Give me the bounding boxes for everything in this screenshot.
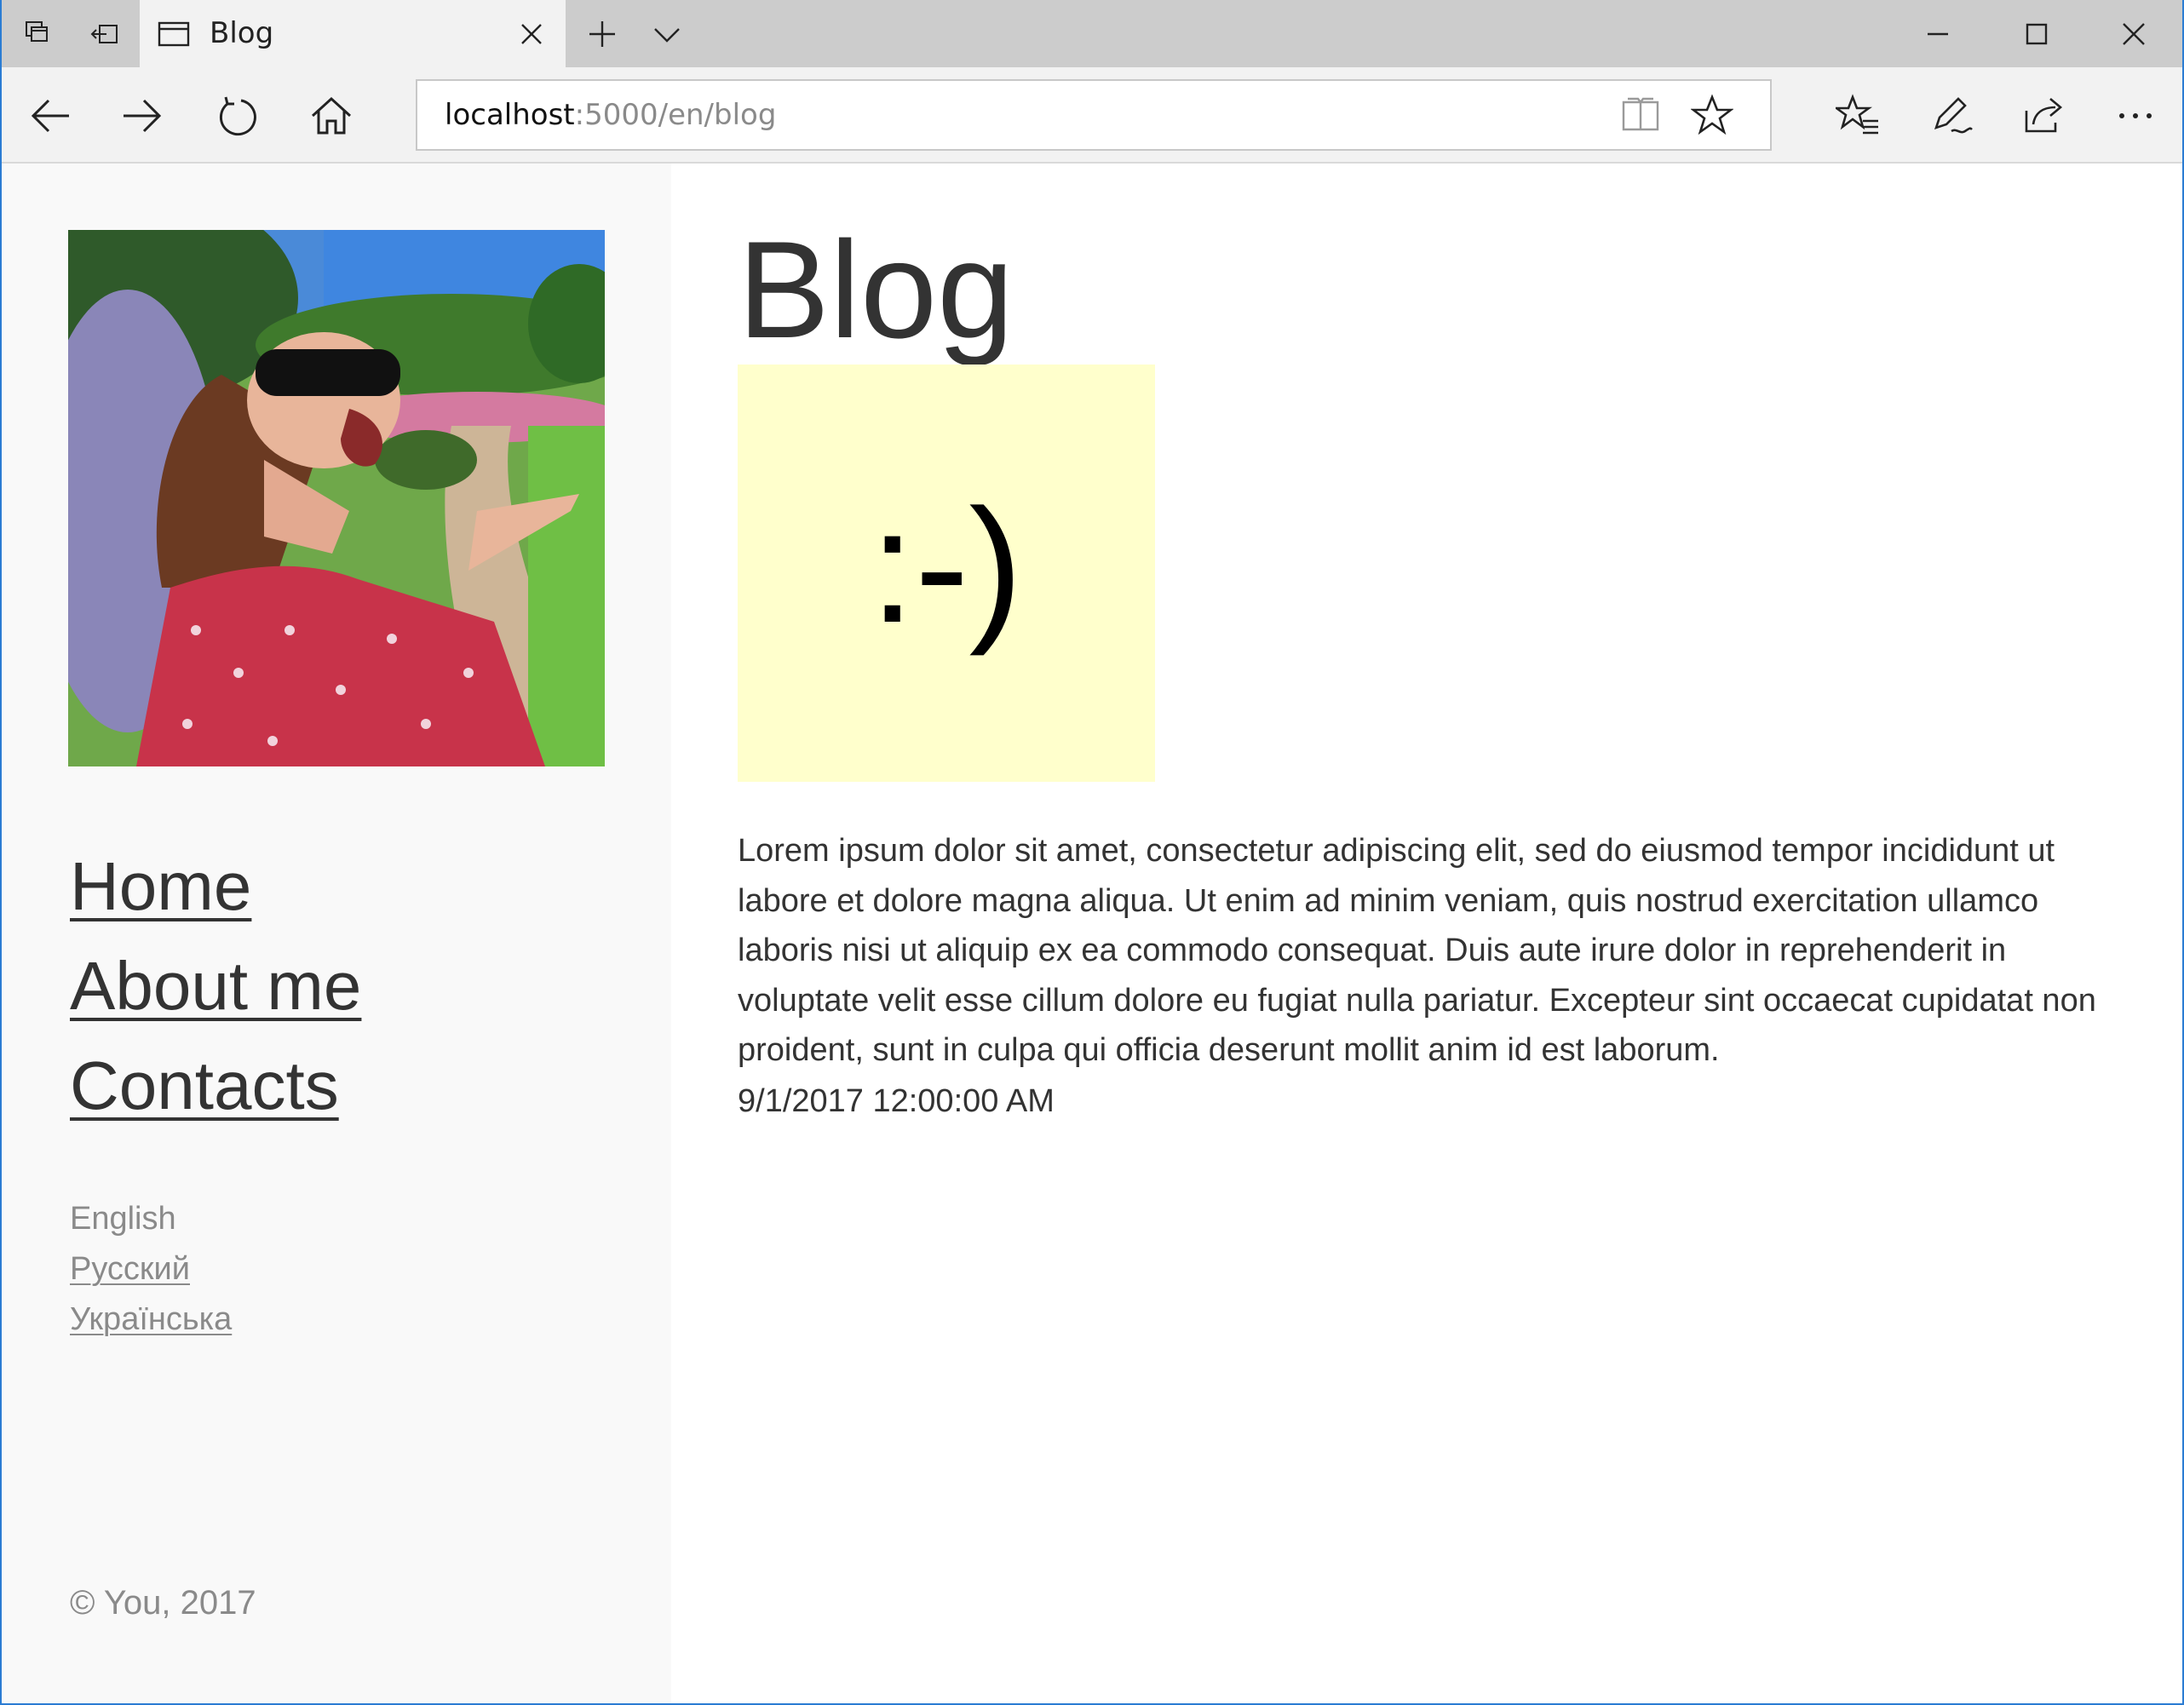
post-date: 9/1/2017 12:00:00 AM: [738, 1083, 1055, 1119]
url-text[interactable]: localhost:5000/en/blog: [445, 81, 776, 149]
minimize-button[interactable]: [1891, 0, 1985, 67]
tabs-aside-icon: [26, 20, 48, 42]
page-icon: [158, 21, 190, 47]
browser-window: Blog localhost:5000/en/blog Home About m…: [0, 0, 2184, 1705]
favorites-list-icon: [1836, 94, 1878, 135]
copyright: © You, 2017: [70, 1584, 256, 1622]
book-icon: [1622, 97, 1659, 131]
new-tab-button[interactable]: [569, 0, 635, 67]
maximize-button[interactable]: [1990, 0, 2083, 67]
star-icon: [1691, 94, 1733, 135]
language-switcher: English Русский Українська: [70, 1194, 232, 1345]
post-body: Lorem ipsum dolor sit amet, consectetur …: [738, 833, 2096, 1069]
url-host: localhost: [445, 98, 575, 132]
close-icon: [521, 23, 542, 44]
nav-link-contacts[interactable]: Contacts: [70, 1036, 361, 1135]
refresh-button[interactable]: [208, 86, 267, 146]
url-path: :5000/en/blog: [574, 98, 777, 132]
page-title: Blog: [738, 213, 1014, 367]
maximize-icon: [2026, 23, 2048, 44]
notes-button[interactable]: [1922, 86, 1981, 146]
close-icon: [2123, 22, 2145, 45]
nav-link-home[interactable]: Home: [70, 836, 361, 936]
share-button[interactable]: [2014, 86, 2073, 146]
sidebar: Home About me Contacts English Русский У…: [2, 164, 671, 1703]
reading-view-button[interactable]: [1617, 91, 1664, 139]
set-aside-icon: [90, 24, 118, 43]
page-viewport: Home About me Contacts English Русский У…: [2, 164, 2182, 1703]
minimize-icon: [1928, 32, 1948, 35]
more-button[interactable]: [2106, 86, 2165, 146]
profile-photo: [68, 230, 605, 766]
add-favorite-button[interactable]: [1688, 91, 1736, 139]
post-image: :-): [738, 365, 1155, 782]
share-icon: [2025, 98, 2063, 133]
language-link-russian[interactable]: Русский: [70, 1244, 232, 1295]
language-link-ukrainian[interactable]: Українська: [70, 1295, 232, 1345]
favorites-hub-button[interactable]: [1828, 86, 1888, 146]
refresh-icon: [219, 96, 256, 136]
tab-close-button[interactable]: [506, 0, 557, 67]
tab-strip: Blog: [2, 0, 2182, 67]
tabs-aside-button[interactable]: [5, 0, 72, 67]
forward-button[interactable]: [112, 86, 172, 146]
home-icon: [311, 96, 352, 135]
nav-link-about-me[interactable]: About me: [70, 936, 361, 1036]
close-window-button[interactable]: [2087, 0, 2181, 67]
tab-title: Blog: [210, 16, 274, 50]
tab-menu-button[interactable]: [634, 0, 700, 67]
post-image-emoticon: :-): [870, 476, 1023, 657]
set-aside-button[interactable]: [72, 0, 138, 67]
pen-icon: [1934, 97, 1973, 134]
language-english-current: English: [70, 1201, 176, 1237]
address-bar[interactable]: localhost:5000/en/blog: [416, 79, 1772, 151]
chevron-down-icon: [654, 27, 680, 43]
back-arrow-icon: [31, 99, 69, 133]
back-button[interactable]: [20, 86, 80, 146]
plus-icon: [589, 20, 615, 47]
more-icon: [2119, 113, 2152, 118]
home-button[interactable]: [302, 86, 361, 146]
forward-arrow-icon: [124, 99, 162, 133]
main-navigation: Home About me Contacts: [70, 836, 361, 1135]
tab-active[interactable]: Blog: [140, 0, 566, 67]
navigation-bar: localhost:5000/en/blog: [2, 67, 2182, 164]
